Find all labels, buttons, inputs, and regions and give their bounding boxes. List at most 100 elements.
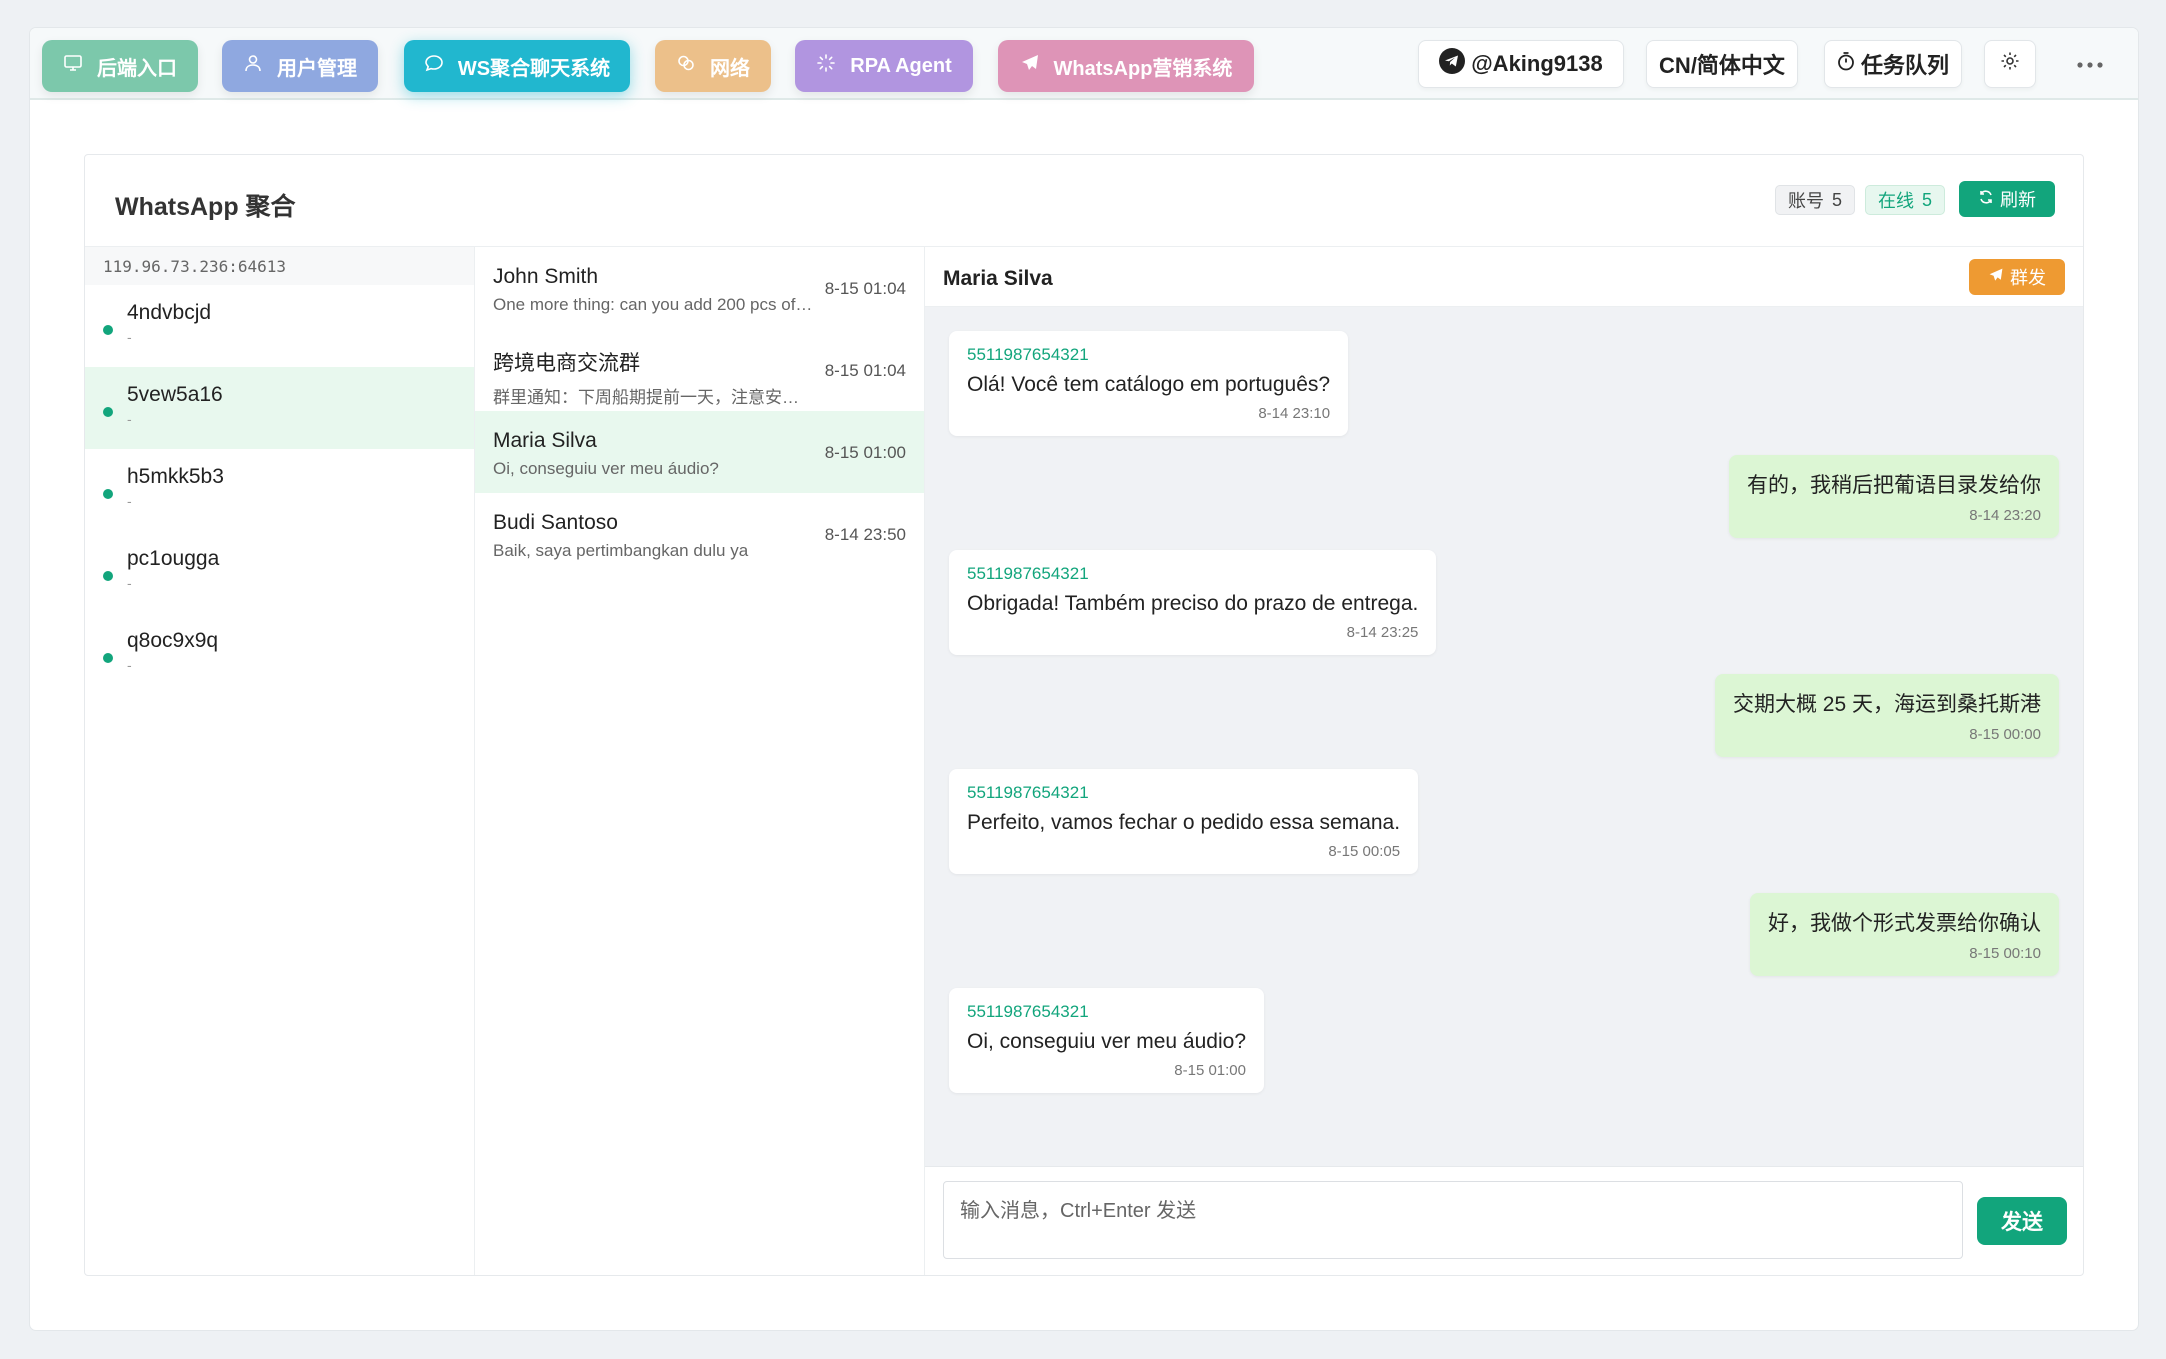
conversations-column: John Smith One more thing: can you add 2… [475, 247, 925, 1275]
message-list: 5511987654321 Olá! Você tem catálogo em … [925, 307, 2083, 1167]
send-plane-icon [1020, 53, 1040, 79]
online-status-dot [103, 653, 113, 663]
chat-contact-name: Maria Silva [943, 267, 1053, 290]
panel-header: WhatsApp 聚合 账号 5 在线 5 刷新 [85, 155, 2083, 247]
nav-network-button[interactable]: 网络 [655, 40, 771, 92]
task-queue-button[interactable]: 任务队列 [1824, 40, 1962, 88]
conversation-preview: Baik, saya pertimbangkan dulu ya [493, 541, 749, 560]
online-count-value: 5 [1921, 189, 1932, 210]
account-item[interactable]: 5vew5a16 - [85, 367, 474, 449]
message-bubble-incoming: 5511987654321 Perfeito, vamos fechar o p… [949, 769, 1419, 874]
refresh-label: 刷新 [2000, 190, 2036, 210]
more-dots-icon [2077, 55, 2103, 73]
top-nav-bar: 后端入口 用户管理 WS聚合聊天系统 网络 RPA Agent WhatsApp… [30, 28, 2138, 100]
online-status-dot [103, 489, 113, 499]
message-text: Olá! Você tem catálogo em português? [967, 373, 1331, 396]
account-subtitle: - [127, 411, 132, 427]
account-subtitle: - [127, 493, 132, 509]
conversation-preview: Oi, conseguiu ver meu áudio? [493, 459, 719, 478]
message-time: 8-14 23:25 [1346, 624, 1419, 641]
message-text: 好，我做个形式发票给你确认 [1768, 912, 2041, 935]
online-status-dot [103, 571, 113, 581]
online-status-dot [103, 407, 113, 417]
telegram-account-button[interactable]: @Aking9138 [1418, 40, 1624, 88]
spinner-icon [816, 53, 836, 79]
language-button[interactable]: CN/简体中文 [1646, 40, 1798, 88]
message-text: 交期大概 25 天，海运到桑托斯港 [1732, 693, 2041, 716]
message-sender: 5511987654321 [967, 1002, 1089, 1021]
account-name: q8oc9x9q [127, 629, 219, 652]
message-time: 8-15 00:10 [1969, 945, 2041, 962]
nav-marketing-button[interactable]: WhatsApp营销系统 [998, 40, 1254, 92]
conversation-item[interactable]: John Smith One more thing: can you add 2… [475, 247, 924, 329]
conversation-time: 8-15 01:04 [824, 361, 906, 380]
conversation-item[interactable]: Budi Santoso Baik, saya pertimbangkan du… [475, 493, 924, 575]
account-subtitle: - [127, 575, 132, 591]
refresh-icon [1978, 189, 1994, 210]
broadcast-button[interactable]: 群发 [1969, 259, 2065, 295]
message-bubble-outgoing: 好，我做个形式发票给你确认 8-15 00:10 [1750, 893, 2059, 976]
account-subtitle: - [127, 657, 132, 673]
message-text: 有的，我稍后把葡语目录发给你 [1747, 474, 2041, 497]
chat-header: Maria Silva 群发 [925, 247, 2083, 307]
server-address: 119.96.73.236:64613 [85, 247, 474, 285]
account-item[interactable]: pc1ougga - [85, 531, 474, 613]
conversation-preview: 群里通知：下周船期提前一天，注意安排备货 [493, 388, 813, 407]
refresh-button[interactable]: 刷新 [1959, 181, 2055, 217]
monitor-icon [63, 53, 83, 79]
timer-icon [1837, 51, 1855, 77]
nav-marketing-label: WhatsApp营销系统 [1053, 57, 1233, 80]
nav-ws-chat-button[interactable]: WS聚合聊天系统 [404, 40, 630, 92]
message-input[interactable]: 输入消息，Ctrl+Enter 发送 [943, 1181, 1963, 1259]
nav-rpa-label: RPA Agent [850, 54, 952, 77]
link-icon [676, 53, 696, 79]
conversation-time: 8-14 23:50 [824, 525, 906, 544]
message-time: 8-15 00:00 [1969, 726, 2041, 743]
message-sender: 5511987654321 [967, 783, 1089, 802]
nav-rpa-button[interactable]: RPA Agent [795, 40, 973, 92]
send-button[interactable]: 发送 [1977, 1197, 2067, 1245]
message-time: 8-14 23:20 [1969, 507, 2041, 524]
conversation-item[interactable]: Maria Silva Oi, conseguiu ver meu áudio?… [475, 411, 924, 493]
accounts-count-badge: 账号 5 [1774, 185, 1855, 215]
online-count-badge: 在线 5 [1864, 185, 1945, 215]
message-text: Perfeito, vamos fechar o pedido essa sem… [967, 811, 1401, 834]
accounts-count-label: 账号 [1787, 191, 1824, 211]
nav-ws-chat-label: WS聚合聊天系统 [457, 57, 611, 80]
task-queue-label: 任务队列 [1860, 53, 1949, 78]
conversation-time: 8-15 01:00 [824, 443, 906, 462]
language-label: CN/简体中文 [1659, 53, 1785, 78]
message-time: 8-15 01:00 [1174, 1062, 1246, 1079]
send-plane-icon [1988, 267, 2004, 288]
chat-area: Maria Silva 群发 5511987654321 Olá! Você t… [925, 247, 2083, 1275]
more-options-button[interactable] [2070, 52, 2110, 76]
message-bubble-incoming: 5511987654321 Olá! Você tem catálogo em … [949, 331, 1349, 436]
account-name: 4ndvbcjd [127, 301, 212, 324]
message-time: 8-15 00:05 [1328, 843, 1401, 860]
nav-users-label: 用户管理 [277, 57, 357, 80]
nav-users-button[interactable]: 用户管理 [222, 40, 378, 92]
accounts-count-value: 5 [1831, 189, 1842, 210]
user-icon [243, 53, 263, 79]
panel-title: WhatsApp 聚合 [115, 193, 296, 221]
message-sender: 5511987654321 [967, 345, 1089, 364]
account-name: 5vew5a16 [127, 383, 223, 406]
telegram-handle: @Aking9138 [1471, 51, 1603, 76]
account-item[interactable]: 4ndvbcjd - [85, 285, 474, 367]
account-subtitle: - [127, 329, 132, 345]
message-bubble-incoming: 5511987654321 Obrigada! Também preciso d… [949, 550, 1437, 655]
message-bubble-outgoing: 有的，我稍后把葡语目录发给你 8-14 23:20 [1729, 455, 2059, 538]
broadcast-label: 群发 [2010, 268, 2046, 288]
settings-button[interactable] [1984, 40, 2036, 88]
conversation-item[interactable]: 跨境电商交流群 群里通知：下周船期提前一天，注意安排备货 8-15 01:04 [475, 329, 924, 411]
nav-backend-button[interactable]: 后端入口 [42, 40, 198, 92]
message-text: Oi, conseguiu ver meu áudio? [967, 1030, 1246, 1053]
whatsapp-aggregate-panel: WhatsApp 聚合 账号 5 在线 5 刷新 119.96.73.236:6… [84, 154, 2084, 1276]
account-item[interactable]: h5mkk5b3 - [85, 449, 474, 531]
chat-bubble-icon [424, 53, 444, 79]
nav-backend-label: 后端入口 [97, 57, 177, 80]
message-bubble-outgoing: 交期大概 25 天，海运到桑托斯港 8-15 00:00 [1714, 674, 2059, 757]
account-item[interactable]: q8oc9x9q - [85, 613, 474, 695]
app-frame: 后端入口 用户管理 WS聚合聊天系统 网络 RPA Agent WhatsApp… [30, 28, 2138, 1330]
online-count-label: 在线 [1877, 191, 1914, 211]
